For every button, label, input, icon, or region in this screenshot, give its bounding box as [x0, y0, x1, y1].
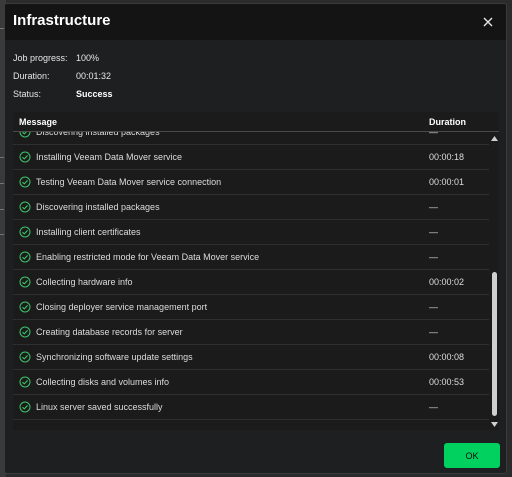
ok-button[interactable]: OK	[444, 443, 500, 468]
job-progress-value: 100%	[76, 53, 100, 63]
scrollbar-thumb[interactable]	[492, 272, 497, 416]
table-body[interactable]: Discovering installed packages — Installin…	[13, 132, 489, 430]
table-row[interactable]: Collecting hardware info 00:00:02	[13, 270, 489, 295]
check-circle-icon	[19, 401, 31, 413]
row-message: Installing Veeam Data Mover service	[36, 152, 183, 162]
table-row[interactable]: Installing Veeam Data Mover service 00:00…	[13, 145, 489, 170]
check-circle-icon	[19, 276, 31, 288]
infrastructure-dialog: Infrastructure Job progress: 100% Durati…	[4, 3, 507, 474]
check-circle-icon	[19, 301, 31, 313]
row-duration: 00:00:18	[429, 152, 465, 162]
row-duration: —	[429, 227, 438, 237]
dialog-header: Infrastructure	[5, 4, 506, 40]
table-row[interactable]: Synchronizing software update settings 00…	[13, 345, 489, 370]
dialog-title: Infrastructure	[13, 12, 111, 29]
row-message: Synchronizing software update settings	[36, 352, 193, 362]
table-header: Message Duration	[13, 112, 499, 132]
check-circle-icon	[19, 351, 31, 363]
row-message: Testing Veeam Data Mover service connect…	[36, 177, 222, 187]
row-duration: —	[429, 202, 438, 212]
row-duration: —	[429, 252, 438, 262]
row-message: Collecting disks and volumes info	[36, 377, 170, 387]
row-message: Discovering installed packages	[36, 202, 160, 212]
row-duration: 00:00:01	[429, 177, 465, 187]
row-message: Collecting hardware info	[36, 277, 133, 287]
check-circle-icon	[19, 201, 31, 213]
table-row[interactable]: Testing Veeam Data Mover service connect…	[13, 170, 489, 195]
status-label: Status:	[13, 89, 42, 99]
row-message: Discovering installed packages	[36, 132, 160, 137]
row-duration: —	[429, 302, 438, 312]
table-row[interactable]: Closing deployer service management port…	[13, 295, 489, 320]
close-button[interactable]	[478, 12, 498, 32]
table-row[interactable]: Installing client certificates —	[13, 220, 489, 245]
table-scrollbar[interactable]	[491, 132, 498, 430]
scroll-up-button[interactable]	[491, 134, 498, 142]
column-header-message[interactable]: Message	[19, 117, 57, 127]
row-message: Linux server saved successfully	[36, 402, 163, 412]
duration-value: 00:01:32	[76, 71, 112, 81]
table-row[interactable]: Enabling restricted mode for Veeam Data …	[13, 245, 489, 270]
row-message: Closing deployer service management port	[36, 302, 208, 312]
row-duration: —	[429, 402, 438, 412]
table-row[interactable]: Discovering installed packages —	[13, 132, 489, 145]
check-circle-icon	[19, 376, 31, 388]
column-header-duration[interactable]: Duration	[429, 117, 466, 127]
job-progress-label: Job progress:	[13, 53, 68, 63]
check-circle-icon	[19, 226, 31, 238]
row-duration: —	[429, 327, 438, 337]
scroll-down-button[interactable]	[491, 420, 498, 428]
row-message: Enabling restricted mode for Veeam Data …	[36, 252, 260, 262]
row-duration: 00:00:53	[429, 377, 465, 387]
table-row[interactable]: Creating database records for server —	[13, 320, 489, 345]
check-circle-icon	[19, 151, 31, 163]
status-value: Success	[76, 89, 113, 99]
row-duration: 00:00:02	[429, 277, 465, 287]
caret-up-icon	[491, 135, 498, 141]
check-circle-icon	[19, 176, 31, 188]
check-circle-icon	[19, 132, 31, 138]
log-table: Message Duration Discovering installed p…	[13, 112, 499, 430]
table-row[interactable]: Discovering installed packages —	[13, 195, 489, 220]
caret-down-icon	[491, 421, 498, 427]
table-row[interactable]: Collecting disks and volumes info 00:00:5…	[13, 370, 489, 395]
row-message: Creating database records for server	[36, 327, 183, 337]
check-circle-icon	[19, 326, 31, 338]
duration-label: Duration:	[13, 71, 50, 81]
row-message: Installing client certificates	[36, 227, 141, 237]
row-duration: —	[429, 132, 438, 137]
check-circle-icon	[19, 251, 31, 263]
close-icon	[483, 17, 493, 27]
scrollbar-track[interactable]	[492, 144, 497, 418]
table-row[interactable]: Linux server saved successfully —	[13, 395, 489, 420]
row-duration: 00:00:08	[429, 352, 465, 362]
